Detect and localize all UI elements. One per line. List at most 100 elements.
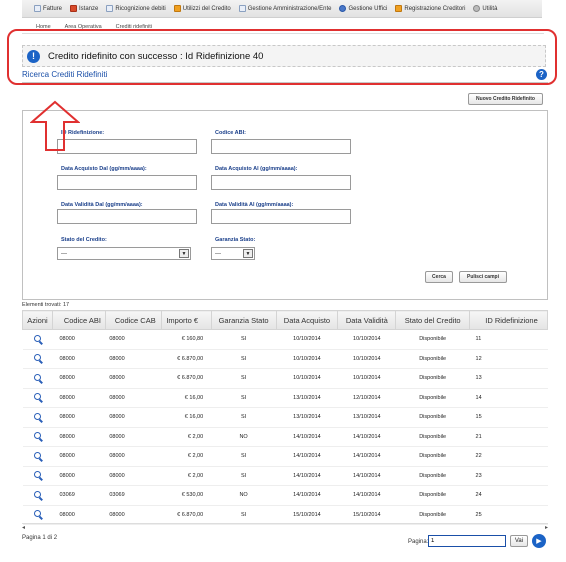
cell-abi: 08000: [52, 446, 106, 467]
cell-acquisto: 14/10/2014: [276, 485, 338, 506]
cell-abi: 03069: [52, 485, 106, 506]
scroll-right-icon[interactable]: ▸: [545, 524, 548, 531]
document-icon: [106, 5, 114, 12]
action-cell: [22, 466, 53, 486]
magnifier-icon[interactable]: [33, 334, 41, 342]
nav-item-gestione-ente[interactable]: Gestione Amministrazione/Ente: [238, 5, 331, 12]
chevron-down-icon: ▼: [179, 249, 189, 258]
go-button[interactable]: Vai: [510, 535, 528, 547]
cell-importo: € 160,80: [161, 329, 212, 350]
val-dal-label: Data Validità Dal (gg/mm/aaaa):: [61, 202, 143, 208]
action-cell: [22, 368, 53, 389]
cell-cab: 08000: [105, 388, 162, 408]
val-al-label: Data Validità Al (gg/mm/aaaa):: [215, 202, 294, 208]
person-icon: [395, 5, 403, 12]
building-icon: [238, 5, 246, 12]
garanzia-select[interactable]: --- ▼: [211, 247, 255, 260]
col-abi[interactable]: Codice ABI: [51, 310, 106, 330]
highlight-outline: [7, 29, 557, 85]
stato-select[interactable]: --- ▼: [57, 247, 191, 260]
val-dal-input[interactable]: [57, 209, 197, 224]
nav-item-gestione-uffici[interactable]: Gestione Uffici: [339, 5, 387, 12]
table-row: 03069 03069 € 530,00 NO 14/10/2014 14/10/2014…: [22, 485, 548, 506]
cell-garanzia: SI: [211, 349, 277, 369]
cell-id: 25: [469, 505, 548, 525]
cell-stato: Disponibile: [395, 427, 470, 447]
action-cell: [22, 329, 53, 350]
cell-acquisto: 13/10/2014: [276, 407, 338, 428]
magnifier-icon[interactable]: [33, 373, 41, 381]
horizontal-scrollbar[interactable]: ◂ ▸: [22, 523, 548, 531]
table-row: 08000 08000 € 6.870,00 SI 10/10/2014 10/10/20…: [22, 368, 548, 389]
acq-al-label: Data Acquisto Al (gg/mm/aaaa):: [215, 166, 298, 172]
cell-garanzia: SI: [211, 446, 277, 467]
cell-stato: Disponibile: [395, 466, 470, 486]
magnifier-icon[interactable]: [33, 490, 41, 498]
magnifier-icon[interactable]: [33, 412, 41, 420]
scroll-left-icon[interactable]: ◂: [22, 524, 25, 531]
table-row: 08000 08000 € 2,00 NO 14/10/2014 14/10/2014 Di…: [22, 427, 548, 447]
magnifier-icon[interactable]: [33, 393, 41, 401]
cell-garanzia: NO: [211, 485, 277, 506]
col-importo[interactable]: Importo €: [160, 310, 212, 330]
col-stato[interactable]: Stato del Credito: [395, 310, 471, 330]
cell-stato: Disponibile: [395, 388, 470, 408]
col-id[interactable]: ID Ridefinizione: [469, 310, 548, 330]
nav-item-istanze[interactable]: Istanze: [70, 5, 98, 12]
table-row: 08000 08000 € 160,80 SI 10/10/2014 10/10/2014…: [22, 329, 548, 350]
cell-importo: € 16,00: [161, 407, 212, 428]
cell-stato: Disponibile: [395, 368, 470, 389]
page-label: Pagina:: [408, 539, 429, 545]
nav-item-fatture[interactable]: Fatture: [34, 5, 62, 12]
cell-garanzia: SI: [211, 388, 277, 408]
cell-garanzia: SI: [211, 368, 277, 389]
page-info: Pagina 1 di 2: [22, 535, 58, 541]
acq-dal-input[interactable]: [57, 175, 197, 190]
cell-id: 15: [469, 407, 548, 428]
col-acquisto[interactable]: Data Acquisto: [275, 310, 339, 330]
val-al-input[interactable]: [211, 209, 351, 224]
col-cab[interactable]: Codice CAB: [104, 310, 162, 330]
cell-cab: 03069: [105, 485, 162, 506]
clear-fields-button[interactable]: Pulisci campi: [459, 271, 507, 283]
col-azioni[interactable]: Azioni: [22, 310, 53, 330]
cell-stato: Disponibile: [395, 505, 470, 525]
table-row: 08000 08000 € 2,00 SI 14/10/2014 14/10/2014 Di…: [22, 466, 548, 486]
cell-importo: € 6.870,00: [161, 505, 212, 525]
nav-item-utilizzi[interactable]: Utilizzi del Credito: [173, 5, 231, 12]
col-validita[interactable]: Data Validità: [337, 310, 397, 330]
nav-item-registrazione[interactable]: Registrazione Creditori: [395, 5, 465, 12]
arrow-right-icon[interactable]: ▶: [532, 534, 546, 548]
cell-stato: Disponibile: [395, 485, 470, 506]
action-cell: [22, 446, 53, 467]
page-number-input[interactable]: [428, 535, 506, 547]
cell-validita: 14/10/2014: [337, 466, 396, 486]
magnifier-icon[interactable]: [33, 432, 41, 440]
action-cell: [22, 427, 53, 447]
document-icon: [34, 5, 41, 12]
col-garanzia[interactable]: Garanzia Stato: [210, 310, 277, 330]
settings-icon: [473, 5, 481, 12]
pointer-arrow-icon: [30, 100, 80, 151]
magnifier-icon[interactable]: [33, 471, 41, 479]
new-credit-button[interactable]: Nuovo Credito Ridefinito: [468, 93, 543, 105]
cell-validita: 13/10/2014: [337, 407, 396, 428]
results-count: Elementi trovati: 17: [22, 302, 70, 308]
cell-importo: € 530,00: [161, 485, 212, 506]
cell-id: 13: [469, 368, 548, 389]
action-cell: [22, 349, 53, 369]
cell-id: 23: [469, 466, 548, 486]
search-button[interactable]: Cerca: [425, 271, 453, 283]
nav-item-utilita[interactable]: Utilità: [473, 5, 497, 12]
magnifier-icon[interactable]: [33, 451, 41, 459]
magnifier-icon[interactable]: [33, 354, 41, 362]
abi-input[interactable]: [211, 139, 351, 154]
magnifier-icon[interactable]: [33, 510, 41, 518]
nav-item-ricognizione[interactable]: Ricognizione debiti: [106, 5, 166, 12]
cell-abi: 08000: [52, 388, 106, 408]
cell-stato: Disponibile: [395, 407, 470, 428]
acq-al-input[interactable]: [211, 175, 351, 190]
cell-abi: 08000: [52, 368, 106, 389]
cell-stato: Disponibile: [395, 446, 470, 467]
action-cell: [22, 388, 53, 408]
